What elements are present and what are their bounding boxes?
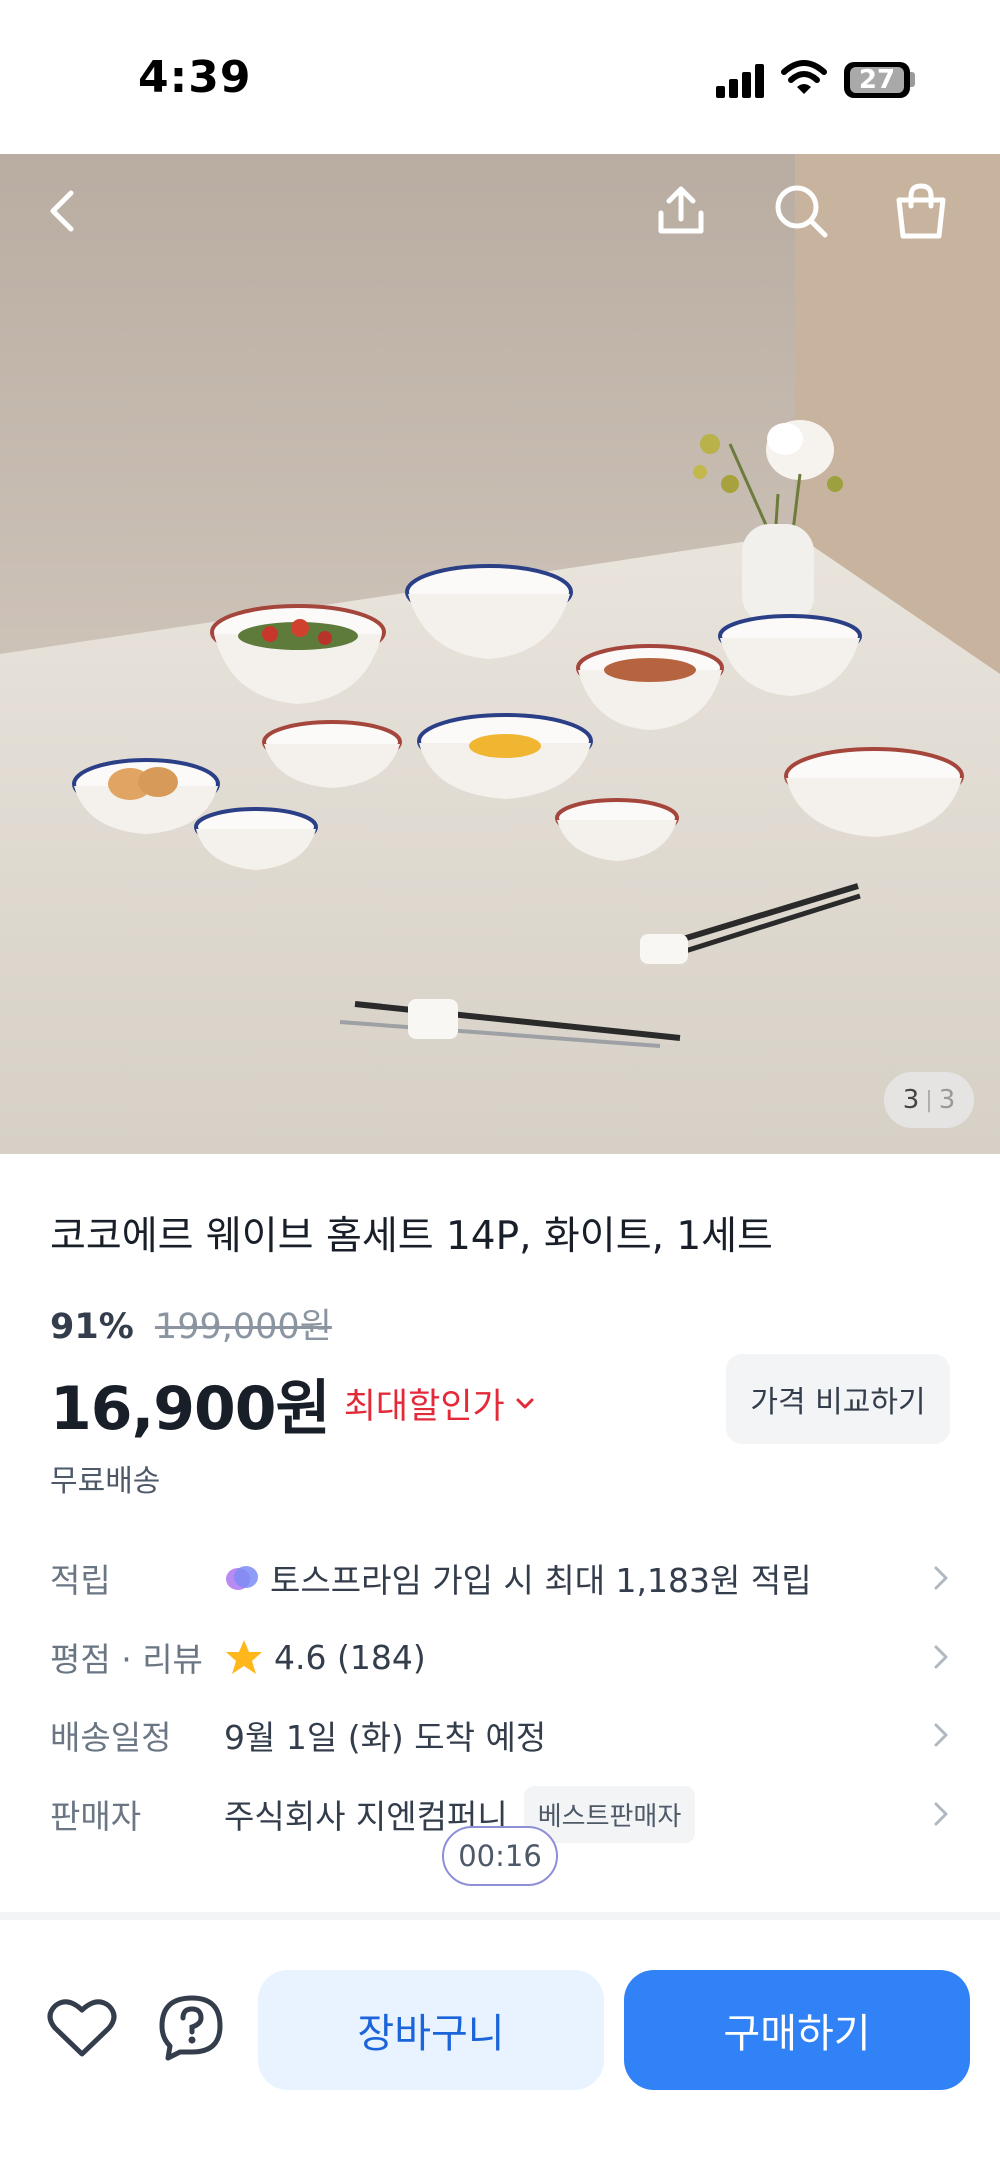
share-icon <box>658 186 704 234</box>
help-button[interactable] <box>154 1990 230 2066</box>
delivery-value: 9월 1일 (화) 도착 예정 <box>224 1718 547 1757</box>
status-time: 4:39 <box>138 52 252 103</box>
rating-value: 4.6 (184) <box>274 1637 426 1677</box>
discount-rate: 91% <box>50 1307 134 1347</box>
status-bar: 4:39 27 <box>0 0 1000 154</box>
shipping-info: 무료배송 <box>50 1464 161 1499</box>
price-compare-button[interactable]: 가격 비교하기 <box>726 1354 950 1444</box>
wifi-icon <box>781 60 827 94</box>
chevron-right-icon <box>934 1802 948 1826</box>
back-button[interactable] <box>28 176 98 246</box>
original-price: 199,000원 <box>154 1307 332 1347</box>
chevron-right-icon <box>934 1723 948 1747</box>
top-nav-bar <box>0 154 1000 264</box>
shopping-bag-icon <box>896 183 946 239</box>
search-button[interactable] <box>766 176 836 246</box>
product-photo <box>0 154 1000 1154</box>
battery-icon: 27 <box>844 62 910 98</box>
seller-label: 판매자 <box>50 1797 142 1836</box>
max-discount-toggle[interactable]: 최대할인가 <box>344 1378 535 1429</box>
question-icon <box>159 1995 223 2061</box>
add-to-cart-button[interactable]: 장바구니 <box>258 1970 604 2090</box>
chevron-down-icon <box>516 1398 534 1408</box>
section-divider <box>0 1912 1000 1920</box>
price-row: 16,900원 최대할인가 <box>50 1360 535 1447</box>
best-seller-badge: 베스트판매자 <box>523 1785 696 1843</box>
points-row[interactable]: 적립 토스프라임 가입 시 최대 1,183원 적립 <box>50 1548 950 1608</box>
buy-now-button[interactable]: 구매하기 <box>624 1970 970 2090</box>
product-image[interactable] <box>0 154 1000 1154</box>
product-title: 코코에르 웨이브 홈세트 14P, 화이트, 1세트 <box>50 1214 773 1259</box>
points-label: 적립 <box>50 1561 111 1600</box>
heart-icon <box>47 1999 117 2057</box>
sale-price: 16,900원 <box>50 1374 331 1444</box>
search-icon <box>775 185 828 238</box>
chevron-right-icon <box>934 1645 948 1669</box>
delivery-row[interactable]: 배송일정 9월 1일 (화) 도착 예정 <box>50 1705 950 1765</box>
delivery-label: 배송일정 <box>50 1718 172 1757</box>
image-counter: 3 | 3 <box>884 1072 974 1128</box>
rating-row[interactable]: 평점 · 리뷰 4.6 (184) <box>50 1627 950 1687</box>
points-value: 토스프라임 가입 시 최대 1,183원 적립 <box>270 1561 812 1600</box>
discount-row: 91% 199,000원 <box>50 1298 332 1349</box>
share-button[interactable] <box>646 176 716 246</box>
wishlist-button[interactable] <box>44 1990 120 2066</box>
image-counter-total: 3 <box>938 1085 956 1115</box>
battery-level: 27 <box>858 65 896 95</box>
chevron-right-icon <box>934 1566 948 1590</box>
max-discount-label: 최대할인가 <box>343 1387 505 1427</box>
cellular-signal-icon <box>716 64 766 98</box>
image-counter-current: 3 <box>902 1085 920 1115</box>
toss-prime-icon <box>226 1566 258 1590</box>
timer-badge: 00:16 <box>442 1826 558 1886</box>
shopping-bag-button[interactable] <box>886 176 956 246</box>
rating-label: 평점 · 리뷰 <box>50 1640 203 1679</box>
star-icon <box>226 1640 262 1674</box>
back-arrow-icon <box>50 190 74 232</box>
